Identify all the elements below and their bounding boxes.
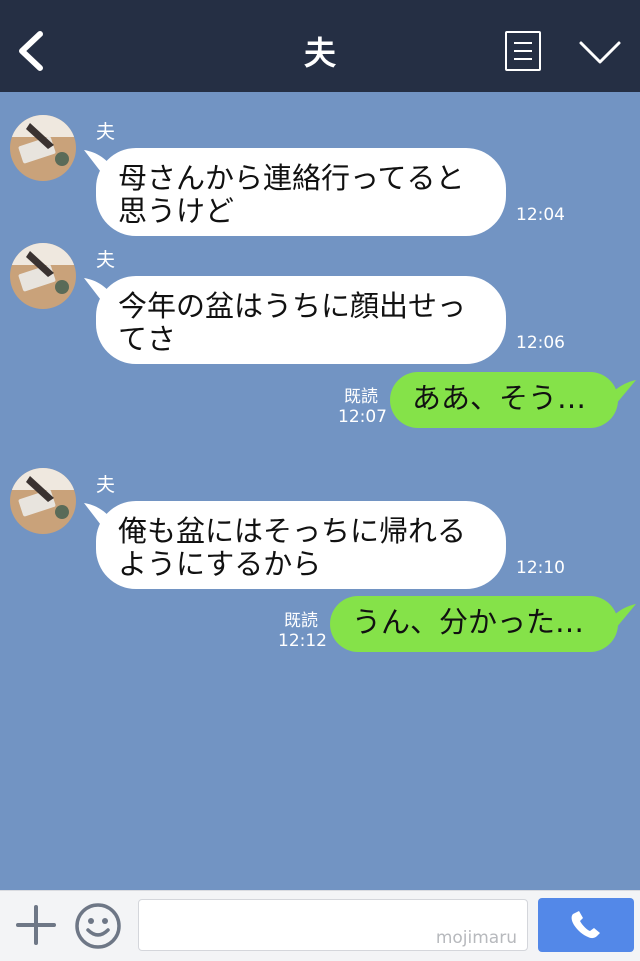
input-bar: mojimaru xyxy=(0,890,640,961)
message-input[interactable]: mojimaru xyxy=(138,899,528,951)
read-receipt: 既読 xyxy=(344,387,378,407)
message-line: 母さんから連絡行ってると xyxy=(118,161,465,195)
sender-name: 夫 xyxy=(96,249,116,271)
emoji-icon[interactable] xyxy=(74,902,122,950)
message-line: ようにするから xyxy=(118,547,322,581)
chat-header: 夫 xyxy=(0,0,640,92)
message-line: 俺も盆にはそっちに帰れる xyxy=(118,514,467,548)
menu-icon[interactable] xyxy=(505,31,541,71)
message-time: 12:07 xyxy=(338,407,387,427)
avatar[interactable] xyxy=(10,115,76,181)
sender-name: 夫 xyxy=(96,474,116,496)
chat-title: 夫 xyxy=(303,34,336,72)
message-bubble[interactable]: 今年の盆はうちに顔出せっ てさ xyxy=(96,276,506,364)
message-time: 12:06 xyxy=(516,333,565,353)
message-bubble[interactable]: うん、分かった… xyxy=(330,596,618,652)
chevron-down-icon[interactable] xyxy=(578,38,622,66)
plus-icon[interactable] xyxy=(16,905,56,945)
watermark: mojimaru xyxy=(435,928,517,948)
message-text: ああ、そう… xyxy=(412,381,587,415)
message-meta: 既読 12:07 xyxy=(338,387,387,427)
message-line: 今年の盆はうちに顔出せっ xyxy=(118,289,467,323)
phone-icon xyxy=(571,911,600,939)
message-bubble[interactable]: ああ、そう… xyxy=(390,372,618,428)
message-bubble[interactable]: 俺も盆にはそっちに帰れる ようにするから xyxy=(96,501,506,589)
message-line: てさ xyxy=(118,322,177,356)
message-time: 12:10 xyxy=(516,558,565,578)
message-text: うん、分かった… xyxy=(352,605,585,639)
avatar[interactable] xyxy=(10,243,76,309)
message-meta: 既読 12:12 xyxy=(278,611,327,651)
message-time: 12:12 xyxy=(278,631,327,651)
message-bubble[interactable]: 母さんから連絡行ってると 思うけど xyxy=(96,148,506,236)
message-time: 12:04 xyxy=(516,205,565,225)
avatar[interactable] xyxy=(10,468,76,534)
sender-name: 夫 xyxy=(96,121,116,143)
call-button[interactable] xyxy=(538,898,634,952)
read-receipt: 既読 xyxy=(284,611,318,631)
message-line: 思うけど xyxy=(118,194,235,228)
